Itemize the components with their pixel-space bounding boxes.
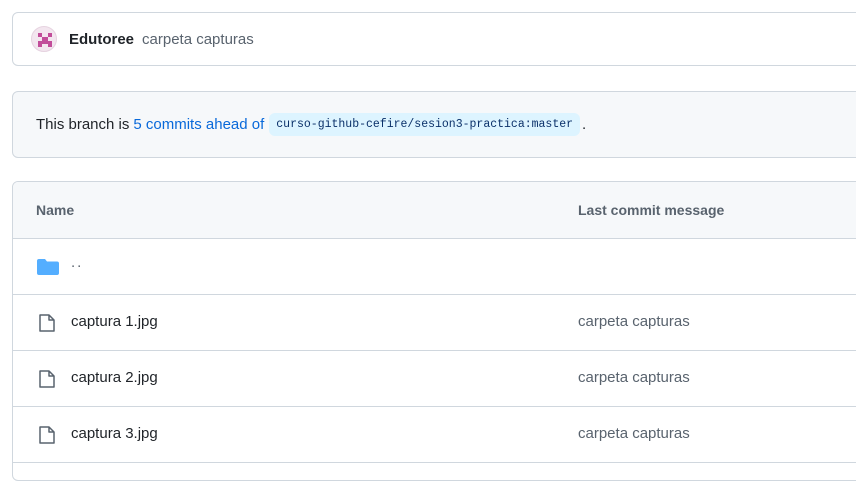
branch-status-suffix: .	[582, 116, 587, 133]
file-commit-message[interactable]: carpeta capturas	[578, 425, 690, 442]
file-name-link[interactable]: captura 2.jpg	[71, 369, 158, 386]
file-icon	[39, 426, 55, 444]
branch-status-bar: This branch is 5 commits ahead of curso-…	[12, 91, 856, 158]
table-row[interactable]: captura 1.jpg carpeta capturas	[13, 295, 856, 351]
column-header-last-commit: Last commit message	[578, 202, 725, 218]
parent-directory-row[interactable]: ..	[13, 239, 856, 295]
table-row[interactable]: captura 3.jpg carpeta capturas	[13, 407, 856, 463]
identicon-icon	[38, 33, 52, 47]
column-header-name: Name	[36, 202, 75, 218]
file-commit-message[interactable]: carpeta capturas	[578, 313, 690, 330]
table-header: Name Last commit message	[13, 182, 856, 239]
file-icon	[39, 314, 55, 332]
upstream-branch-ref[interactable]: curso-github-cefire/sesion3-practica:mas…	[269, 113, 581, 136]
latest-commit-bar: Edutoree carpeta capturas	[12, 12, 856, 66]
file-commit-message[interactable]: carpeta capturas	[578, 369, 690, 386]
parent-directory-link[interactable]: ..	[71, 254, 83, 271]
file-icon	[39, 370, 55, 388]
commits-ahead-link[interactable]: 5 commits ahead of	[133, 116, 264, 133]
branch-status-prefix: This branch is	[36, 116, 130, 133]
commit-message[interactable]: carpeta capturas	[142, 31, 254, 48]
file-name-link[interactable]: captura 1.jpg	[71, 313, 158, 330]
commit-author[interactable]: Edutoree	[69, 31, 134, 48]
avatar[interactable]	[31, 26, 57, 52]
file-name-link[interactable]: captura 3.jpg	[71, 425, 158, 442]
table-row[interactable]: captura 2.jpg carpeta capturas	[13, 351, 856, 407]
file-table: Name Last commit message .. captura 1.jp…	[12, 181, 856, 481]
folder-icon	[37, 259, 59, 275]
